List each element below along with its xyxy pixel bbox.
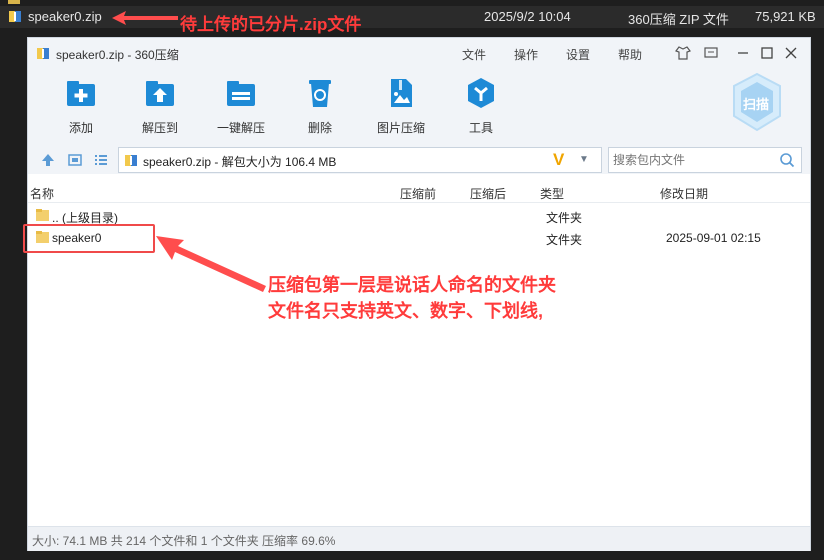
extract-to-label: 解压到 (141, 121, 178, 135)
image-compress-icon (391, 79, 412, 107)
annotation-arrow-top (112, 11, 178, 25)
search-field[interactable] (608, 147, 802, 173)
delete-icon (309, 80, 331, 107)
status-text: 大小: 74.1 MB 共 214 个文件和 1 个文件夹 压缩率 69.6% (32, 534, 336, 548)
thumbnail-view-icon[interactable] (68, 153, 82, 167)
column-before-size[interactable]: 压缩前 (400, 185, 436, 202)
tools-label: 工具 (468, 121, 493, 135)
skin-icon[interactable] (674, 44, 692, 62)
item-type: 文件夹 (546, 233, 583, 247)
annotation-top-text: 待上传的已分片.zip文件 (180, 15, 362, 34)
extract-to-icon (146, 81, 174, 106)
delete-label: 删除 (307, 121, 332, 135)
chevron-down-icon[interactable]: ▼ (579, 154, 589, 165)
column-after-size[interactable]: 压缩后 (470, 185, 506, 202)
delete-button[interactable]: 删除 (285, 76, 355, 136)
v-logo-icon[interactable]: V (553, 150, 564, 170)
zip-app-icon (37, 48, 49, 59)
search-input[interactable] (611, 151, 775, 169)
list-view-icon[interactable] (94, 153, 108, 167)
annotation-middle-text: 压缩包第一层是说话人命名的文件夹 文件名只支持英文、数字、下划线, (268, 272, 556, 324)
item-type: 文件夹 (546, 211, 583, 225)
toolbar: 添加 解压到 一键解压 删除 图片压缩 工具 扫描 (28, 68, 810, 146)
window-title: speaker0.zip - 360压缩 (56, 48, 179, 62)
one-click-extract-icon (227, 81, 255, 106)
item-date: 2025-09-01 02:15 (666, 231, 761, 245)
menu-operate[interactable]: 操作 (514, 46, 538, 63)
explorer-file-type: 360压缩 ZIP 文件 (628, 12, 729, 27)
menu-settings[interactable]: 设置 (566, 46, 590, 63)
title-bar: speaker0.zip - 360压缩 文件 操作 设置 帮助 (28, 38, 810, 68)
add-button[interactable]: 添加 (46, 76, 116, 136)
zip-file-icon (9, 11, 21, 22)
add-label: 添加 (68, 121, 93, 135)
search-icon[interactable] (779, 152, 795, 168)
image-compress-button[interactable]: 图片压缩 (366, 76, 436, 136)
annotation-line-1: 压缩包第一层是说话人命名的文件夹 (268, 275, 556, 295)
tools-icon (468, 78, 494, 108)
annotation-arrow-middle (156, 236, 266, 292)
one-click-extract-label: 一键解压 (216, 121, 265, 135)
address-bar: speaker0.zip - 解包大小为 106.4 MB V ▼ (28, 146, 810, 174)
image-compress-label: 图片压缩 (376, 121, 425, 135)
path-text: speaker0.zip - 解包大小为 106.4 MB (143, 155, 337, 169)
explorer-file-size: 75,921 KB (755, 9, 816, 24)
tools-button[interactable]: 工具 (446, 76, 516, 136)
up-arrow-icon[interactable] (41, 153, 55, 167)
status-bar: 大小: 74.1 MB 共 214 个文件和 1 个文件夹 压缩率 69.6% (28, 526, 810, 551)
extract-to-button[interactable]: 解压到 (125, 76, 195, 136)
folder-icon (36, 209, 49, 221)
list-header: 名称 压缩前 压缩后 类型 修改日期 (28, 182, 810, 203)
feedback-icon[interactable] (702, 44, 720, 62)
column-modified[interactable]: 修改日期 (660, 185, 708, 202)
highlight-box (23, 224, 155, 253)
explorer-file-date: 2025/9/2 10:04 (484, 9, 571, 24)
scan-label: 扫描 (743, 97, 770, 112)
menu-help[interactable]: 帮助 (618, 46, 642, 63)
zip-path-icon (125, 155, 137, 166)
folder-icon (8, 0, 20, 4)
scan-button[interactable]: 扫描 (730, 72, 784, 132)
column-type[interactable]: 类型 (540, 185, 564, 202)
close-icon[interactable] (782, 44, 800, 62)
maximize-icon[interactable] (758, 44, 776, 62)
add-icon (67, 81, 95, 106)
path-field[interactable]: speaker0.zip - 解包大小为 106.4 MB V ▼ (118, 147, 602, 173)
annotation-line-2: 文件名只支持英文、数字、下划线, (268, 301, 543, 321)
menu-file[interactable]: 文件 (462, 46, 486, 63)
explorer-file-name: speaker0.zip (28, 9, 102, 24)
one-click-extract-button[interactable]: 一键解压 (206, 76, 276, 136)
minimize-icon[interactable] (734, 44, 752, 62)
column-name[interactable]: 名称 (30, 185, 54, 202)
